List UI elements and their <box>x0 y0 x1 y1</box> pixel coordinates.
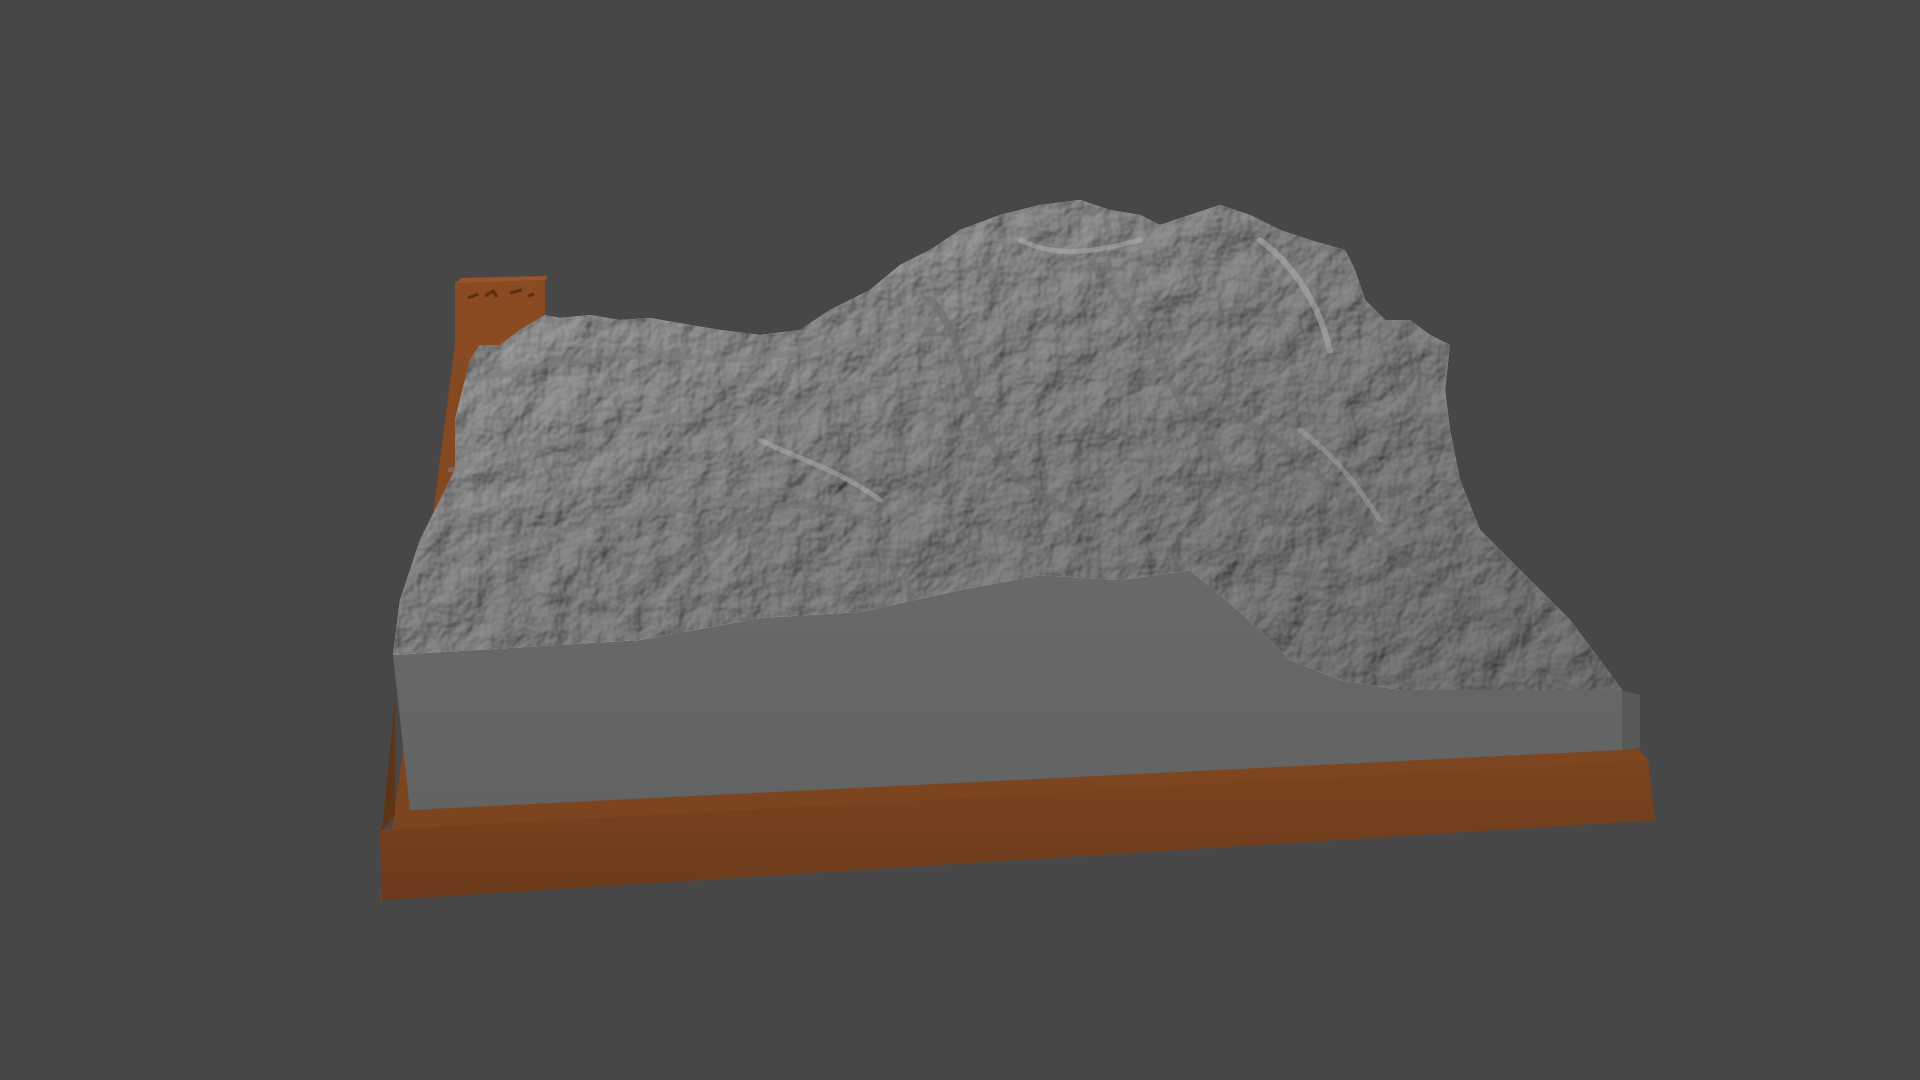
render-viewport <box>0 0 1920 1080</box>
terrain-model-render <box>380 200 1655 900</box>
